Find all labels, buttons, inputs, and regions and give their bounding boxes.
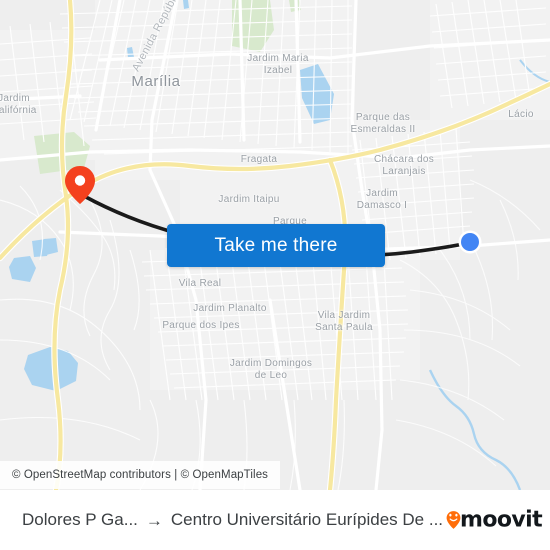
moovit-logo[interactable]: moovit bbox=[446, 507, 543, 533]
map-canvas[interactable]: Avenida República Marília Jardim Maria I… bbox=[0, 0, 550, 490]
moovit-trip-screen: Avenida República Marília Jardim Maria I… bbox=[0, 0, 550, 550]
trip-destination-label: Centro Universitário Eurípides De ... bbox=[170, 510, 444, 529]
moovit-pin-icon bbox=[446, 511, 461, 530]
trip-endpoints[interactable]: Dolores P Ga... → Centro Universitário E… bbox=[22, 510, 443, 530]
take-me-there-label: Take me there bbox=[214, 234, 338, 256]
take-me-there-button[interactable]: Take me there bbox=[167, 224, 385, 267]
trip-summary-bar: Dolores P Ga... → Centro Universitário E… bbox=[0, 490, 550, 550]
moovit-wordmark: moovit bbox=[460, 507, 543, 533]
arrow-right-icon: → bbox=[145, 510, 163, 530]
map-attribution[interactable]: © OpenStreetMap contributors | © OpenMap… bbox=[0, 461, 281, 489]
trip-origin-label: Dolores P Ga... bbox=[22, 510, 138, 529]
destination-marker bbox=[458, 230, 482, 254]
